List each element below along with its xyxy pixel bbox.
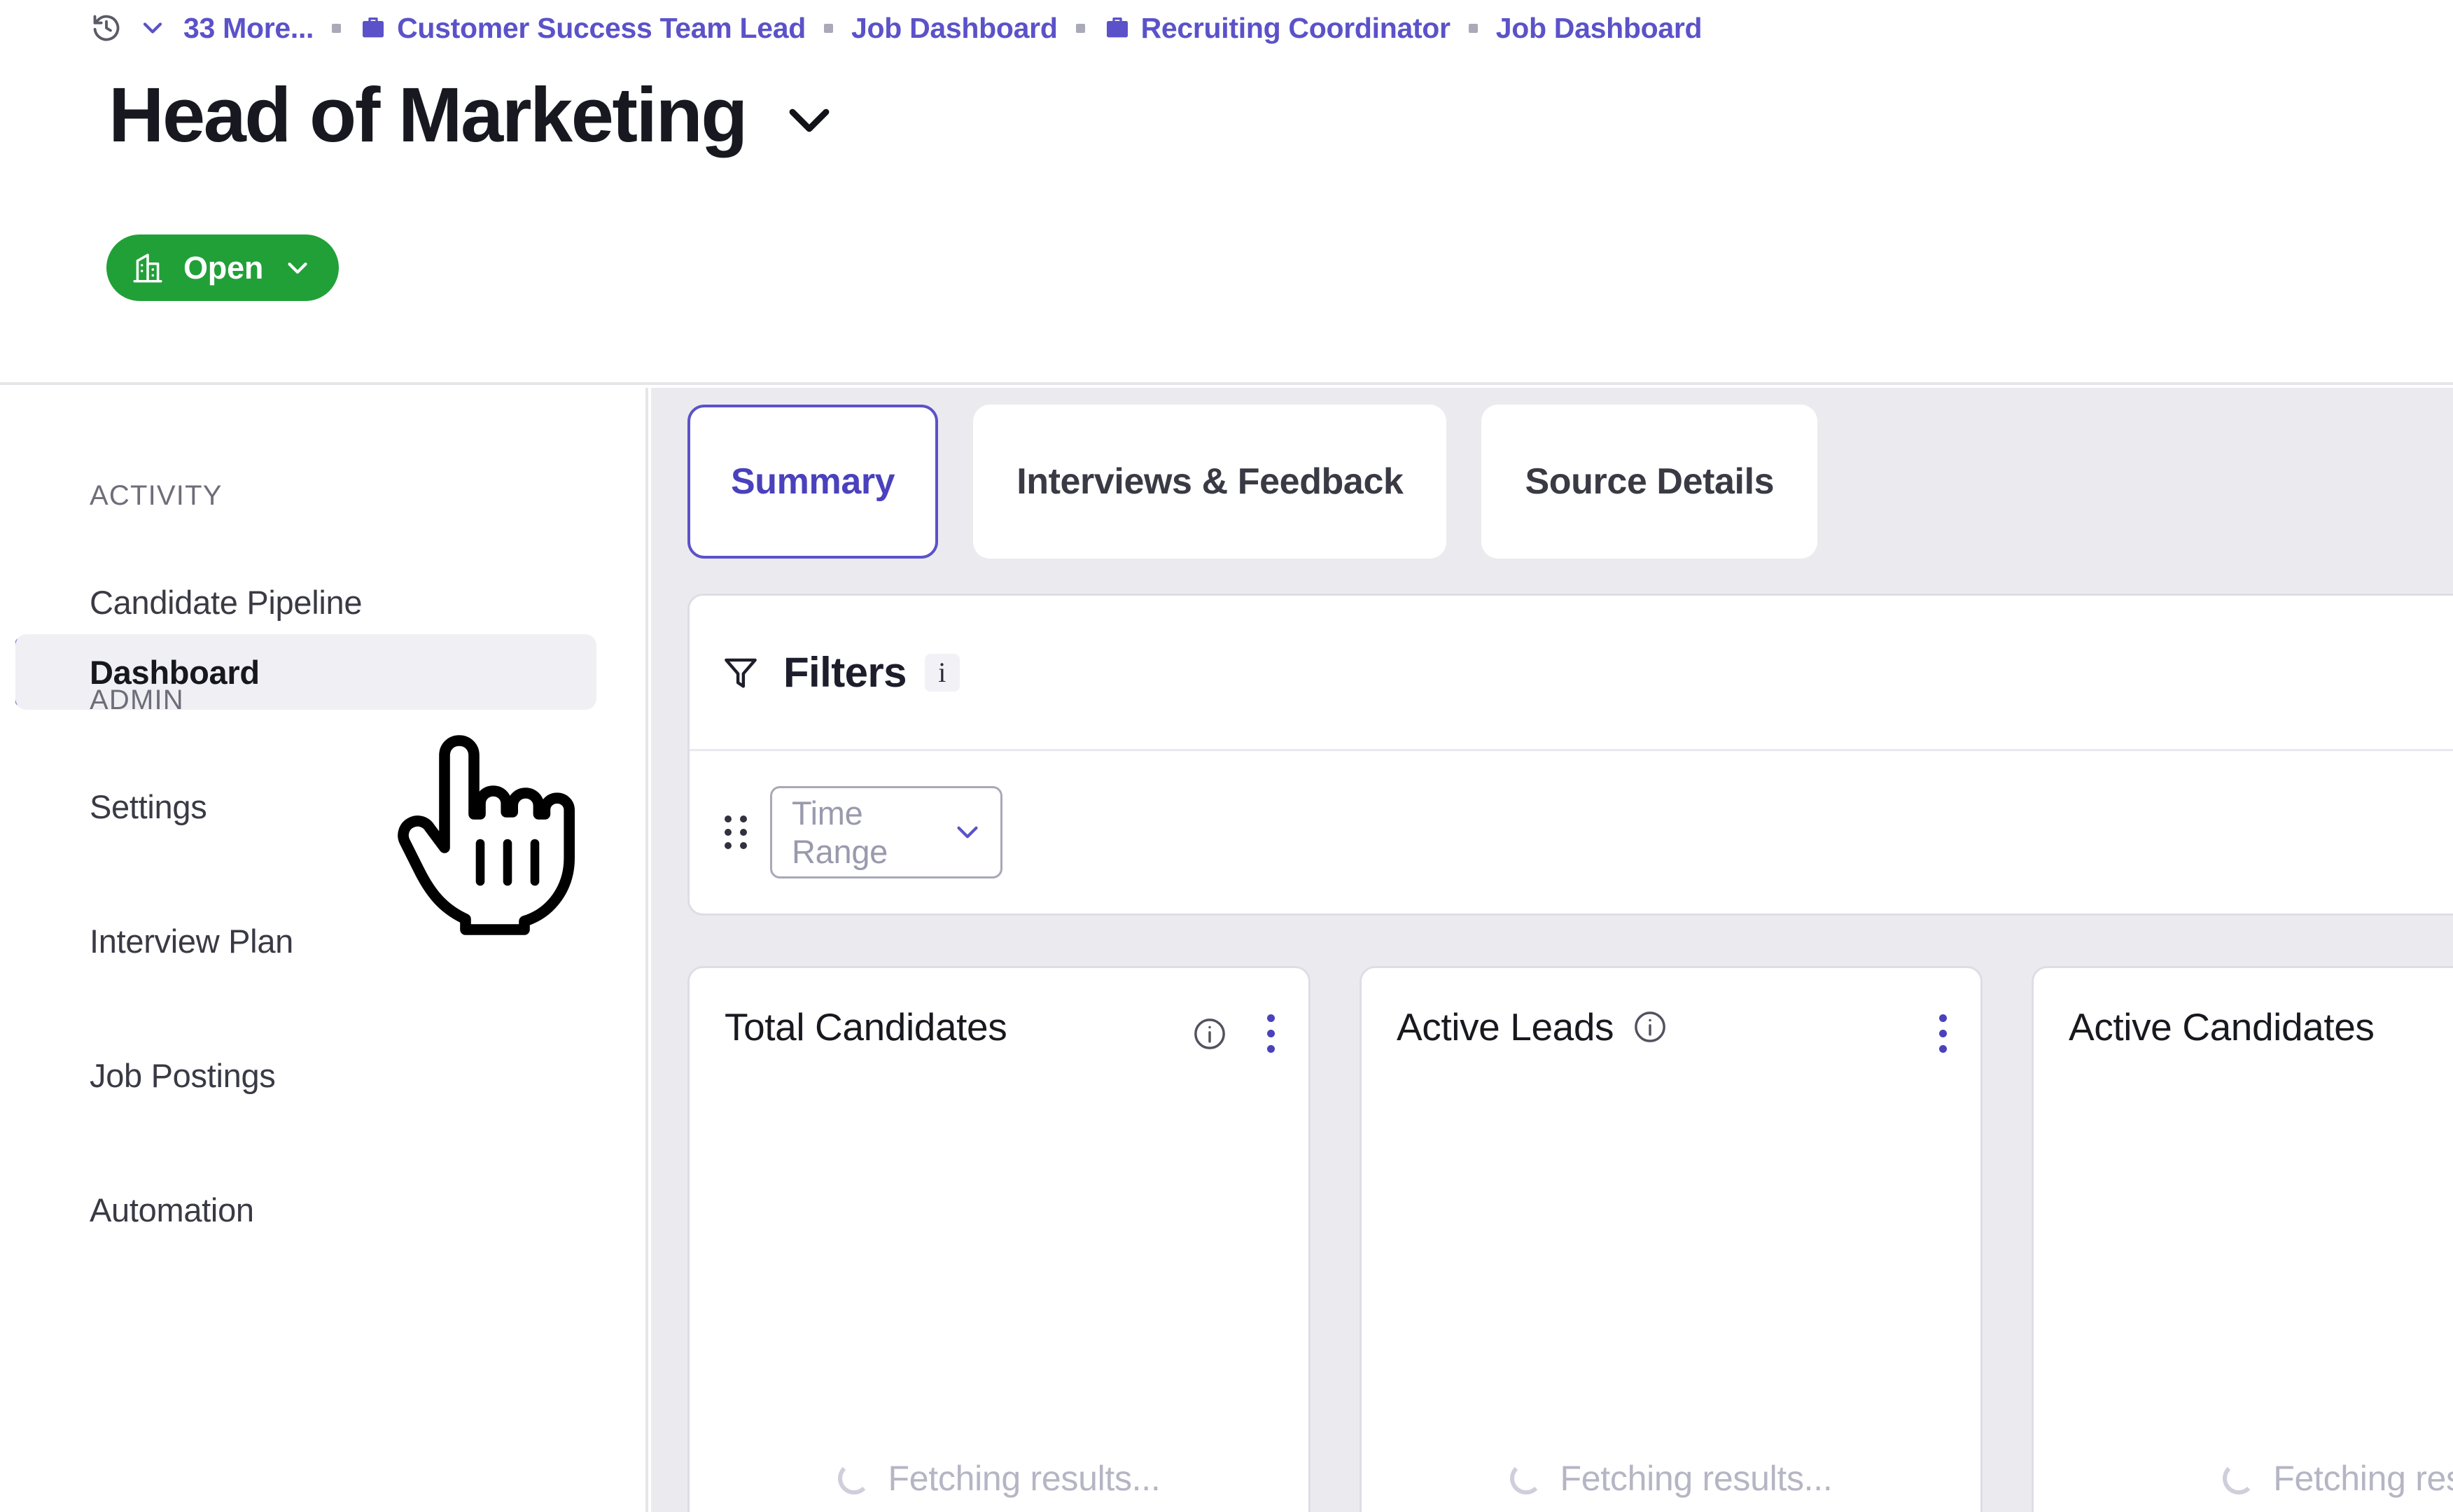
history-clock-icon[interactable]: [91, 13, 122, 43]
job-status-button[interactable]: Open: [106, 234, 339, 301]
kebab-menu-icon[interactable]: [1260, 1010, 1282, 1057]
breadcrumb-more[interactable]: 33 More...: [183, 12, 314, 45]
breadcrumb-separator: [824, 24, 833, 33]
metric-card-loading: Fetching results...: [690, 1458, 1308, 1499]
tab-interviews-and-feedback[interactable]: Interviews & Feedback: [973, 405, 1446, 559]
sidebar-item-automation[interactable]: Automation: [15, 1172, 596, 1247]
time-range-select[interactable]: Time Range: [770, 786, 1002, 878]
filters-body: Time Range: [690, 751, 2453, 913]
breadcrumb-item-job-dashboard-1[interactable]: Job Dashboard: [851, 12, 1058, 45]
breadcrumb: 33 More... Customer Success Team Lead Jo…: [91, 7, 1702, 49]
breadcrumb-item-label: Job Dashboard: [851, 12, 1058, 45]
breadcrumb-item-job-dashboard-2[interactable]: Job Dashboard: [1496, 12, 1703, 45]
sidebar-section-activity-label: ACTIVITY: [90, 480, 223, 512]
sidebar-item-label: Candidate Pipeline: [15, 583, 362, 622]
breadcrumb-item-customer-success-team-lead[interactable]: Customer Success Team Lead: [359, 12, 806, 45]
metric-card-header: Total Candidates: [725, 1004, 1282, 1057]
sidebar-item-candidate-pipeline[interactable]: Candidate Pipeline: [15, 564, 596, 640]
breadcrumb-item-recruiting-coordinator[interactable]: Recruiting Coordinator: [1103, 12, 1451, 45]
dashboard-tabs: Summary Interviews & Feedback Source Det…: [687, 405, 1817, 559]
metric-card-actions: [1932, 1010, 1954, 1057]
drag-handle-icon[interactable]: [725, 816, 747, 849]
metric-card-header: Active Leads: [1397, 1004, 1954, 1057]
loading-text: Fetching results...: [888, 1458, 1161, 1499]
page-title-chevron-down-icon[interactable]: [776, 87, 843, 154]
spinner-icon: [838, 1462, 870, 1494]
sidebar-item-job-postings[interactable]: Job Postings: [15, 1037, 596, 1113]
tab-summary[interactable]: Summary: [687, 405, 938, 559]
page-header: 33 More... Customer Success Team Lead Jo…: [0, 0, 2453, 385]
tab-source-details[interactable]: Source Details: [1481, 405, 1817, 559]
metric-card-title: Active Candidates: [2069, 1004, 2375, 1050]
sidebar-item-label: Interview Plan: [15, 922, 293, 960]
metric-card-active-leads: Active Leads Fetching results...: [1360, 966, 1983, 1512]
briefcase-icon: [359, 14, 387, 42]
filters-card: Filters i Time Range: [687, 594, 2453, 916]
filters-title: Filters: [783, 648, 907, 696]
time-range-chevron-down-icon: [950, 815, 985, 850]
funnel-icon: [719, 651, 762, 694]
office-building-icon: [130, 251, 165, 286]
filters-header: Filters i: [690, 596, 2453, 751]
info-circle-icon[interactable]: [1191, 1016, 1228, 1052]
metric-card-title: Total Candidates: [725, 1004, 1007, 1050]
job-status-chevron-down-icon: [281, 252, 314, 284]
sidebar-item-label: Automation: [15, 1191, 254, 1229]
metric-card-loading: Fetching results...: [1362, 1458, 1980, 1499]
spinner-icon: [1510, 1462, 1542, 1494]
sidebar: ACTIVITY Candidate Pipeline Dashboard AD…: [0, 388, 648, 1512]
main-content: Summary Interviews & Feedback Source Det…: [651, 388, 2453, 1512]
kebab-menu-icon[interactable]: [1932, 1010, 1954, 1057]
breadcrumb-separator: [1076, 24, 1085, 33]
metric-card-active-candidates: Active Candidates Fetching res: [2032, 966, 2453, 1512]
sidebar-item-label: Job Postings: [15, 1056, 276, 1095]
time-range-placeholder: Time Range: [792, 794, 950, 871]
sidebar-section-admin-label: ADMIN: [90, 685, 184, 716]
loading-text: Fetching results...: [1560, 1458, 1833, 1499]
breadcrumb-more-label: 33 More...: [183, 12, 314, 45]
job-status-label: Open: [183, 250, 263, 286]
info-circle-icon[interactable]: [1632, 1009, 1668, 1045]
sidebar-item-interview-plan[interactable]: Interview Plan: [15, 903, 596, 979]
filters-info-icon[interactable]: i: [925, 654, 960, 692]
breadcrumb-chevron-down-icon[interactable]: [137, 13, 168, 43]
metric-card-total-candidates: Total Candidates Fetching results...: [687, 966, 1311, 1512]
breadcrumb-separator: [332, 24, 341, 33]
breadcrumb-separator: [1469, 24, 1478, 33]
metric-card-header: Active Candidates: [2069, 1004, 2453, 1057]
metric-card-loading: Fetching res: [2034, 1458, 2453, 1499]
tab-label: Source Details: [1525, 461, 1774, 503]
spinner-icon: [2223, 1462, 2255, 1494]
breadcrumb-item-label: Job Dashboard: [1496, 12, 1703, 45]
breadcrumb-item-label: Recruiting Coordinator: [1141, 12, 1451, 45]
page-title-row: Head of Marketing: [109, 77, 843, 154]
tab-label: Summary: [731, 461, 895, 503]
metric-card-title-wrap: Active Leads: [1397, 1004, 1668, 1050]
sidebar-item-label: Settings: [15, 788, 207, 826]
metric-cards-row: Total Candidates Fetching results...: [687, 966, 2453, 1512]
sidebar-item-settings[interactable]: Settings: [15, 769, 596, 844]
metric-card-actions: [1191, 1010, 1282, 1057]
breadcrumb-item-label: Customer Success Team Lead: [397, 12, 806, 45]
loading-text: Fetching res: [2273, 1458, 2453, 1499]
metric-card-title: Active Leads: [1397, 1004, 1614, 1050]
tab-label: Interviews & Feedback: [1016, 461, 1403, 503]
briefcase-icon: [1103, 14, 1131, 42]
page-title: Head of Marketing: [109, 77, 746, 154]
